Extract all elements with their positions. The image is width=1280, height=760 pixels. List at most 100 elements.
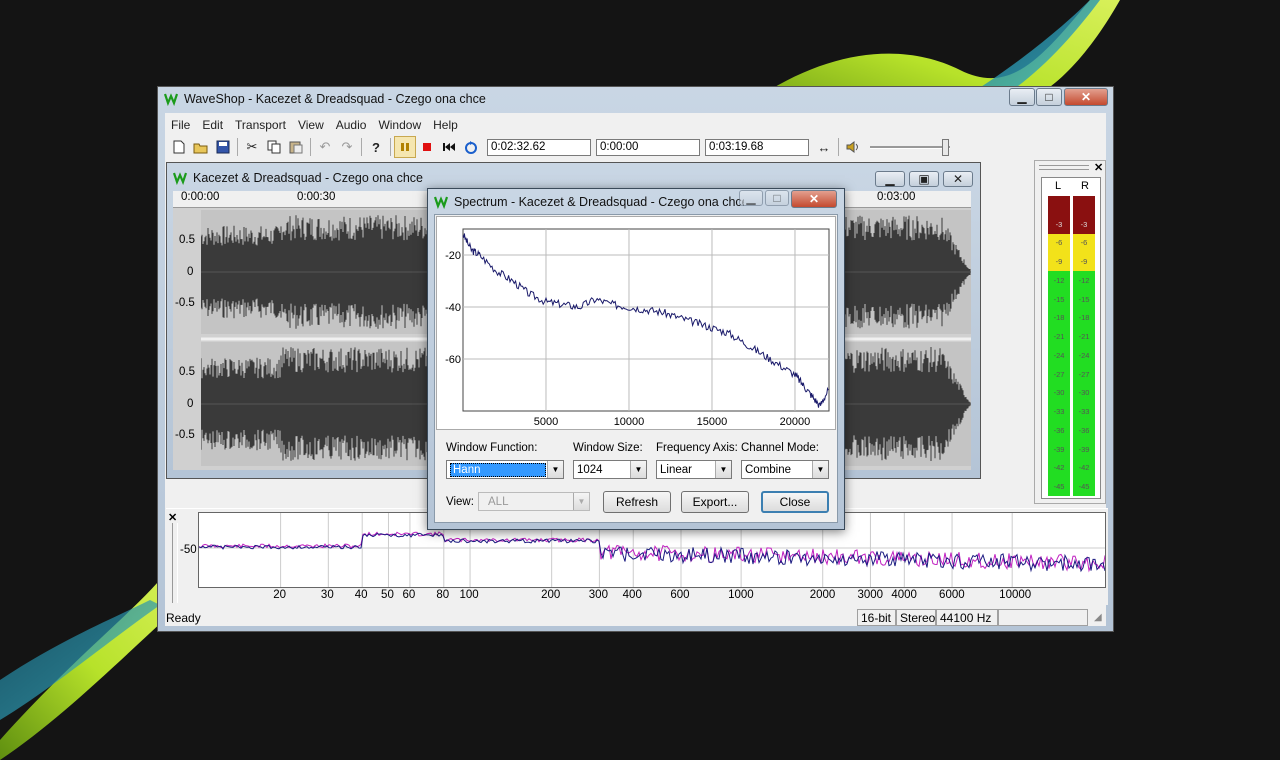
doc-minimize-button[interactable]: ▁ <box>875 171 905 187</box>
rewind-icon[interactable] <box>438 136 460 158</box>
main-titlebar[interactable]: WaveShop - Kacezet & Dreadsquad - Czego … <box>158 87 1113 111</box>
menu-window[interactable]: Window <box>372 118 427 132</box>
bar-xtick-label: 600 <box>670 589 690 601</box>
meters-gripper[interactable] <box>1039 165 1089 170</box>
bar-xtick-label: 20 <box>273 589 286 601</box>
open-folder-icon[interactable] <box>190 136 212 158</box>
bar-xtick-label: 300 <box>588 589 608 601</box>
menu-edit[interactable]: Edit <box>196 118 229 132</box>
maximize-button[interactable]: □ <box>1036 88 1062 106</box>
status-bits: 16-bit <box>857 609 896 626</box>
doc-close-button[interactable]: ✕ <box>943 171 973 187</box>
status-channels: Stereo <box>896 609 936 626</box>
toolbar-separator <box>390 138 391 156</box>
spectrum-plot-frame: 5000 10000 15000 20000 -20 -40 -60 <box>436 216 836 430</box>
meters-close-icon[interactable]: ✕ <box>1094 161 1103 174</box>
dialog-minimize-button[interactable]: ▁ <box>739 190 763 206</box>
bar-xtick-label: 3000 <box>857 589 884 601</box>
dialog-title: Spectrum - Kacezet & Dreadsquad - Czego … <box>454 195 744 209</box>
position-field[interactable]: 0:02:32.62 <box>487 138 591 156</box>
spectrum-dialog: Spectrum - Kacezet & Dreadsquad - Czego … <box>427 188 845 530</box>
bar-gripper[interactable] <box>172 523 178 603</box>
meter-scale-label: -12 <box>1048 271 1070 290</box>
x-tick-label: 5000 <box>534 416 558 428</box>
toolbar-separator <box>361 138 362 156</box>
bar-xtick-label: 6000 <box>939 589 965 601</box>
save-icon[interactable] <box>212 136 234 158</box>
bar-spectrum-series <box>199 532 1105 573</box>
refresh-button[interactable]: Refresh <box>603 491 671 513</box>
meter-scale-label: -36 <box>1048 421 1070 440</box>
waveshop-icon <box>434 196 448 209</box>
toolbar-separator <box>838 138 839 156</box>
meter-scale-label: -24 <box>1073 346 1095 365</box>
menu-audio[interactable]: Audio <box>330 118 373 132</box>
view-label: View: <box>446 496 474 508</box>
volume-icon[interactable] <box>842 136 864 158</box>
meter-scale-label: -9 <box>1073 252 1095 271</box>
volume-slider[interactable] <box>870 137 950 157</box>
meter-scale-label: -21 <box>1048 327 1070 346</box>
meter-scale-label: -21 <box>1073 327 1095 346</box>
window-function-value: Hann <box>450 462 546 477</box>
meter-label-right: R <box>1081 180 1089 192</box>
stop-icon[interactable] <box>416 136 438 158</box>
help-icon[interactable]: ? <box>365 136 387 158</box>
menu-bar: File Edit Transport View Audio Window He… <box>165 115 1106 135</box>
view-select[interactable]: ALL ▼ <box>478 492 590 511</box>
dialog-maximize-button[interactable]: □ <box>765 190 789 206</box>
y-tick-label: -40 <box>445 302 461 314</box>
close-button[interactable]: ✕ <box>1064 88 1108 106</box>
frequency-axis-label: Frequency Axis: <box>656 442 738 454</box>
dialog-close-button[interactable]: ✕ <box>791 190 837 208</box>
dropdown-arrow-icon: ▼ <box>715 461 731 478</box>
x-tick-label: 20000 <box>780 416 811 428</box>
meter-scale-label: -27 <box>1073 364 1095 384</box>
menu-help[interactable]: Help <box>427 118 464 132</box>
redo-icon[interactable]: ↷ <box>336 136 358 158</box>
menu-file[interactable]: File <box>165 118 196 132</box>
length-field[interactable]: 0:03:19.68 <box>705 138 809 156</box>
cut-icon[interactable]: ✂ <box>241 136 263 158</box>
copy-icon[interactable] <box>263 136 285 158</box>
close-dialog-button[interactable]: Close <box>761 491 829 513</box>
selection-field[interactable]: 0:00:00 <box>596 138 700 156</box>
meter-scale-label: -6 <box>1048 233 1070 253</box>
menu-view[interactable]: View <box>292 118 330 132</box>
y-tick-label: -20 <box>445 250 461 262</box>
menu-transport[interactable]: Transport <box>229 118 292 132</box>
meter-scale-label: -45 <box>1048 477 1070 496</box>
minimize-button[interactable]: ▁ <box>1009 88 1035 106</box>
fit-width-icon[interactable]: ↔ <box>813 136 835 158</box>
resize-grip-icon[interactable]: ◢ <box>1094 612 1102 623</box>
doc-restore-button[interactable]: ▣ <box>909 171 939 187</box>
main-title: WaveShop - Kacezet & Dreadsquad - Czego … <box>184 92 486 106</box>
channel-mode-select[interactable]: Combine ▼ <box>741 460 829 479</box>
meter-scale-label: -39 <box>1048 439 1070 459</box>
view-value: ALL <box>488 495 509 508</box>
bar-xtick-label: 4000 <box>891 589 917 601</box>
window-size-select[interactable]: 1024 ▼ <box>573 460 647 479</box>
dropdown-arrow-icon: ▼ <box>547 461 563 478</box>
frequency-axis-select[interactable]: Linear ▼ <box>656 460 732 479</box>
meter-scale-label: -24 <box>1048 346 1070 365</box>
window-function-select[interactable]: Hann ▼ <box>446 460 564 479</box>
meter-scale-label: -42 <box>1048 458 1070 478</box>
new-file-icon[interactable] <box>168 136 190 158</box>
dialog-body: 5000 10000 15000 20000 -20 -40 -60 Window Func… <box>434 214 838 523</box>
status-empty <box>998 609 1088 626</box>
ruler-label: 0:03:00 <box>877 191 916 203</box>
pause-icon[interactable] <box>394 136 416 158</box>
paste-icon[interactable] <box>285 136 307 158</box>
loop-icon[interactable] <box>460 136 482 158</box>
meter-scale-label: -33 <box>1048 402 1070 421</box>
channel-mode-value: Combine <box>745 463 792 476</box>
plot-area <box>462 228 830 412</box>
spectrum-plot[interactable]: 5000 10000 15000 20000 -20 -40 -60 <box>437 217 835 429</box>
undo-icon[interactable]: ↶ <box>314 136 336 158</box>
export-button[interactable]: Export... <box>681 491 749 513</box>
bar-xticks: 20 30 40 50 60 80 100 200 300 400 600 1000 2000 3000 4… <box>198 589 1106 603</box>
document-title: Kacezet & Dreadsquad - Czego ona chce <box>193 171 423 185</box>
channel-mode-label: Channel Mode: <box>741 442 819 454</box>
meter-scale-label: -18 <box>1048 308 1070 328</box>
